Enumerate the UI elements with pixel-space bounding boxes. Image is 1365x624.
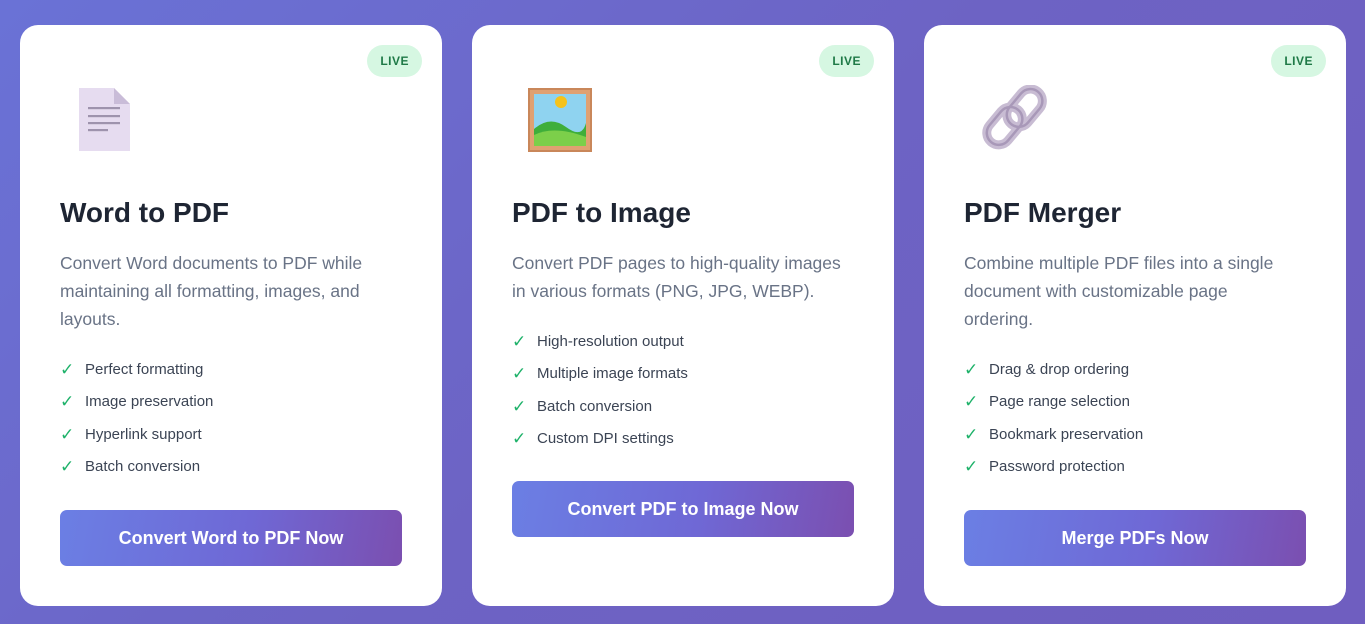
check-icon: ✓	[60, 392, 75, 412]
feature-item: ✓ Page range selection	[964, 386, 1143, 418]
feature-label: High-resolution output	[537, 333, 684, 351]
card-pdf-merger: LIVE PDF Merger Combine multiple PDF fil…	[924, 25, 1346, 606]
feature-label: Perfect formatting	[85, 361, 204, 379]
feature-item: ✓ Batch conversion	[60, 451, 213, 483]
feature-label: Batch conversion	[85, 458, 201, 476]
card-description: Combine multiple PDF files into a single…	[964, 253, 1274, 329]
feature-list: ✓ High-resolution output ✓ Multiple image …	[512, 326, 688, 455]
check-icon: ✓	[964, 392, 979, 412]
live-badge: LIVE	[367, 45, 422, 77]
feature-label: Bookmark preservation	[989, 425, 1144, 443]
check-icon: ✓	[60, 424, 75, 444]
feature-label: Page range selection	[989, 393, 1130, 411]
feature-label: Image preservation	[85, 393, 214, 411]
check-icon: ✓	[512, 332, 527, 352]
card-title: PDF Merger	[964, 197, 1122, 228]
card-pdf-to-image: LIVE PDF to Image Convert PDF pages to h…	[472, 25, 894, 606]
feature-item: ✓ Custom DPI settings	[512, 423, 688, 455]
feature-item: ✓ Bookmark preservation	[964, 419, 1143, 451]
live-badge: LIVE	[819, 45, 874, 77]
feature-item: ✓ Password protection	[964, 451, 1143, 483]
convert-pdf-to-image-button[interactable]: Convert PDF to Image Now	[512, 481, 854, 537]
check-icon: ✓	[964, 360, 979, 380]
link-icon	[982, 85, 1047, 150]
feature-item: ✓ Perfect formatting	[60, 354, 213, 386]
check-icon: ✓	[964, 457, 979, 477]
check-icon: ✓	[60, 457, 75, 477]
convert-word-to-pdf-button[interactable]: Convert Word to PDF Now	[60, 510, 402, 566]
feature-item: ✓ Drag & drop ordering	[964, 354, 1143, 386]
feature-label: Drag & drop ordering	[989, 361, 1130, 379]
feature-label: Hyperlink support	[85, 425, 202, 443]
check-icon: ✓	[512, 429, 527, 449]
feature-item: ✓ Multiple image formats	[512, 358, 688, 390]
feature-label: Password protection	[989, 458, 1125, 476]
card-description: Convert Word documents to PDF while main…	[60, 253, 363, 329]
feature-list: ✓ Drag & drop ordering ✓ Page range select…	[964, 354, 1143, 483]
tool-cards-grid: LIVE Word to PDF Convert Word documents …	[20, 25, 1346, 606]
feature-item: ✓ High-resolution output	[512, 326, 688, 358]
card-word-to-pdf: LIVE Word to PDF Convert Word documents …	[20, 25, 442, 606]
card-title: Word to PDF	[60, 197, 230, 228]
check-icon: ✓	[964, 424, 979, 444]
feature-item: ✓ Batch conversion	[512, 391, 688, 423]
feature-label: Multiple image formats	[537, 365, 688, 383]
check-icon: ✓	[512, 364, 527, 384]
card-description: Convert PDF pages to high-quality images…	[512, 253, 841, 301]
feature-label: Custom DPI settings	[537, 430, 674, 448]
document-icon	[79, 88, 130, 151]
live-badge: LIVE	[1271, 45, 1326, 77]
framed-picture-icon	[528, 88, 592, 152]
feature-item: ✓ Hyperlink support	[60, 419, 213, 451]
feature-list: ✓ Perfect formatting ✓ Image preservation …	[60, 354, 213, 483]
card-title: PDF to Image	[512, 197, 691, 228]
merge-pdfs-button[interactable]: Merge PDFs Now	[964, 510, 1306, 566]
check-icon: ✓	[60, 360, 75, 380]
feature-item: ✓ Image preservation	[60, 386, 213, 418]
check-icon: ✓	[512, 396, 527, 416]
feature-label: Batch conversion	[537, 397, 653, 415]
